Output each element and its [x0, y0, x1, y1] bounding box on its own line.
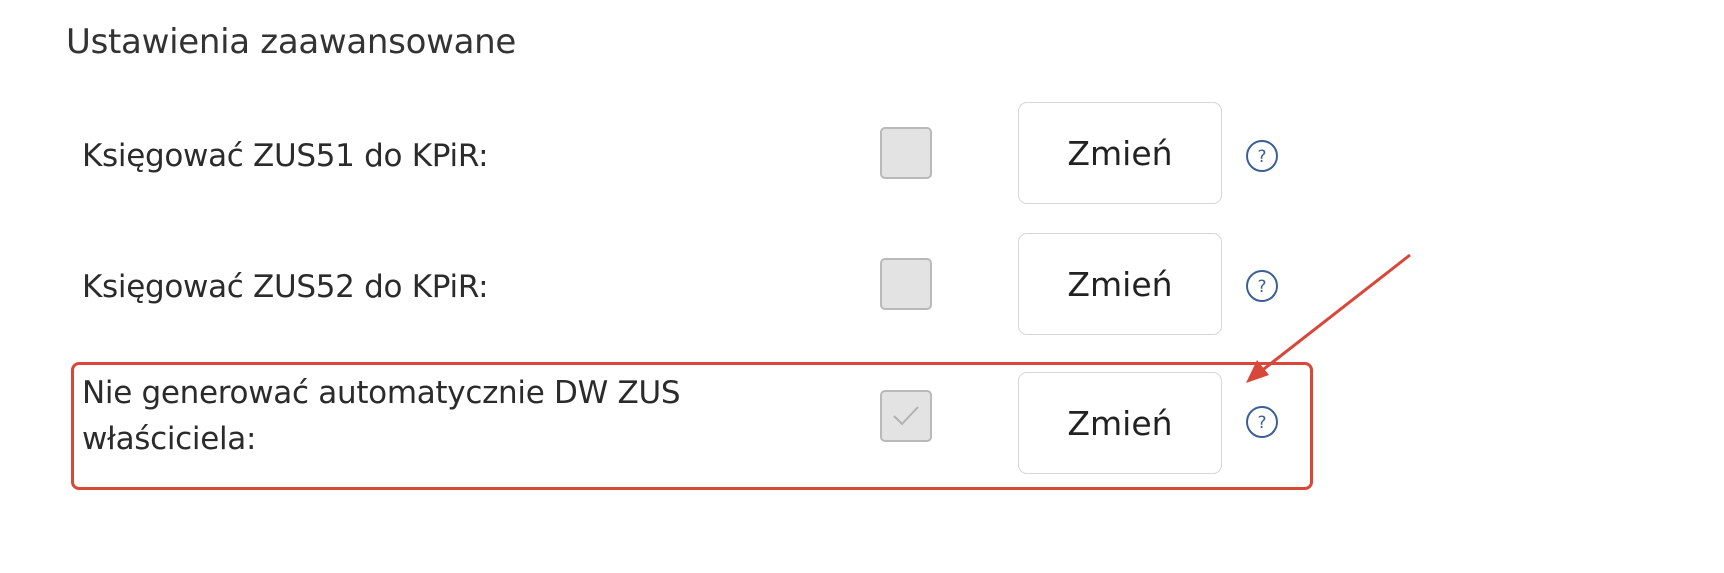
change-button-dw-zus[interactable]: Zmień	[1018, 372, 1222, 474]
checkbox-zus51[interactable]	[880, 127, 932, 179]
setting-label-zus52: Księgować ZUS52 do KPiR:	[82, 269, 489, 305]
svg-text:?: ?	[1257, 413, 1266, 433]
checkbox-zus52[interactable]	[880, 258, 932, 310]
setting-label-dw-zus: Nie generować automatycznie DW ZUS właśc…	[82, 370, 681, 462]
section-title: Ustawienia zaawansowane	[66, 22, 517, 62]
change-button-zus51[interactable]: Zmień	[1018, 102, 1222, 204]
checkbox-dw-zus[interactable]	[880, 390, 932, 442]
checkmark-icon	[893, 406, 919, 426]
setting-label-line: właściciela:	[82, 421, 257, 457]
setting-label-zus51: Księgować ZUS51 do KPiR:	[82, 138, 489, 174]
setting-label-line: Nie generować automatycznie DW ZUS	[82, 375, 681, 411]
question-circle-icon[interactable]: ?	[1244, 138, 1280, 174]
question-circle-icon[interactable]: ?	[1244, 404, 1280, 440]
change-button-zus52[interactable]: Zmień	[1018, 233, 1222, 335]
annotation-arrow-icon	[1246, 253, 1411, 383]
svg-text:?: ?	[1257, 147, 1266, 167]
